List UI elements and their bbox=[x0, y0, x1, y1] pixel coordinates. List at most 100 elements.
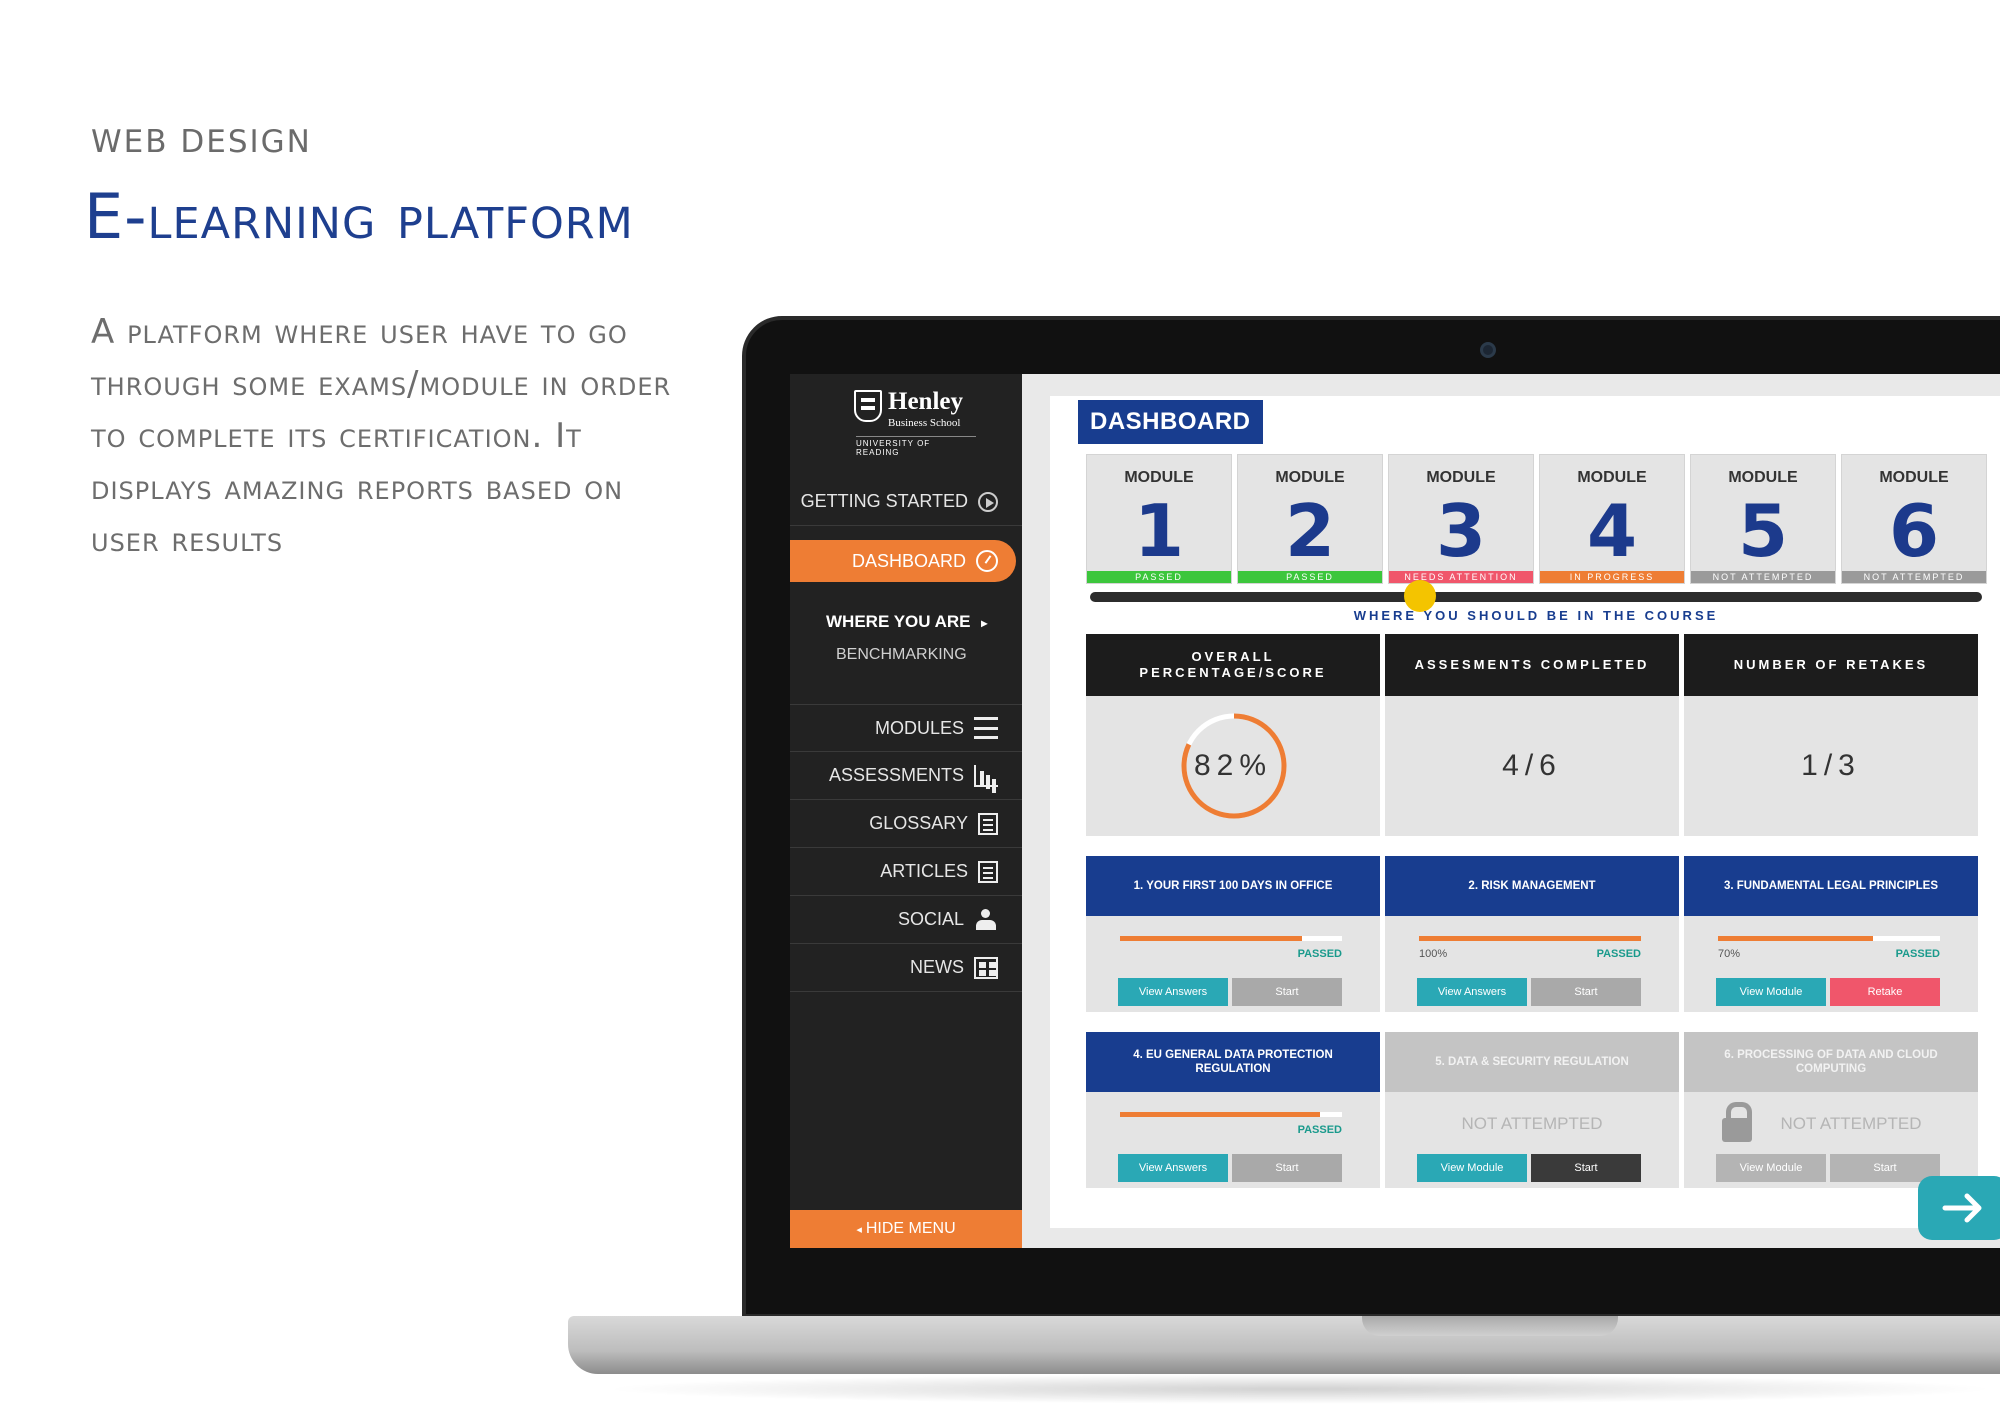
laptop-shadow bbox=[600, 1374, 2000, 1404]
module-strip: MODULE 1 PASSED MODULE 2 PASSED MODULE 3 NEEDS A… bbox=[1086, 454, 1987, 584]
module-label: MODULE bbox=[1728, 469, 1798, 486]
camera-icon bbox=[1480, 342, 1496, 358]
nav-dashboard[interactable]: DASHBOARD bbox=[790, 540, 1016, 582]
app-screen: Henley Business School UNIVERSITY OF REA… bbox=[790, 374, 2000, 1248]
people-icon bbox=[974, 908, 998, 931]
view-module-button[interactable]: View Module bbox=[1716, 978, 1826, 1006]
gauge-icon bbox=[976, 550, 998, 572]
view-answers-button[interactable]: View Answers bbox=[1417, 978, 1527, 1006]
module-number: 2 bbox=[1284, 489, 1336, 573]
dashboard-card: DASHBOARD MODULE 1 PASSED MODULE 2 PASSED MODU… bbox=[1050, 396, 2000, 1228]
module-status: IN PROGRESS bbox=[1540, 571, 1684, 583]
arrow-right-icon bbox=[1942, 1193, 1982, 1223]
course-progress-track bbox=[1090, 592, 1982, 602]
stat-retakes: NUMBER OF RETAKES 1/3 bbox=[1684, 634, 1978, 836]
module-status: PASSED bbox=[1238, 571, 1382, 583]
course-progress-bar bbox=[1419, 936, 1641, 941]
main-panel: DASHBOARD MODULE 1 PASSED MODULE 2 PASSED MODU… bbox=[1030, 374, 2000, 1248]
start-button[interactable]: Start bbox=[1232, 978, 1342, 1006]
document-icon bbox=[978, 860, 998, 883]
module-status: PASSED bbox=[1087, 571, 1231, 583]
module-label: MODULE bbox=[1577, 469, 1647, 486]
logo-name: Henley bbox=[888, 388, 963, 415]
shield-icon bbox=[854, 390, 882, 422]
stack-icon bbox=[974, 717, 998, 739]
sidebar-item-label: MODULES bbox=[874, 717, 964, 738]
page-description: A platform where user have to go through… bbox=[91, 312, 672, 560]
nav-where-you-are[interactable]: WHERE YOU ARE ▸ bbox=[826, 612, 987, 632]
logo[interactable]: Henley Business School UNIVERSITY OF REA… bbox=[854, 388, 984, 457]
retake-button[interactable]: Retake bbox=[1830, 978, 1940, 1006]
course-status: NOT ATTEMPTED bbox=[1461, 1114, 1603, 1133]
sidebar-item-label: SOCIAL bbox=[897, 909, 964, 929]
hide-menu-button[interactable]: ◂ HIDE MENU bbox=[790, 1210, 1022, 1248]
module-tile-5[interactable]: MODULE 5 NOT ATTEMPTED bbox=[1690, 454, 1836, 584]
stat-title: NUMBER OF RETAKES bbox=[1684, 634, 1978, 696]
module-number: 4 bbox=[1586, 489, 1638, 573]
course-progress-fill bbox=[1120, 1112, 1320, 1117]
course-percent: 100% bbox=[1419, 948, 1448, 960]
stat-title: ASSESMENTS COMPLETED bbox=[1385, 634, 1679, 696]
view-module-button[interactable]: View Module bbox=[1417, 1154, 1527, 1182]
sidebar-item-glossary[interactable]: GLOSSARY bbox=[790, 800, 1022, 848]
course-title: 5. DATA & SECURITY REGULATION bbox=[1385, 1032, 1679, 1092]
module-status: NEEDS ATTENTION bbox=[1389, 571, 1533, 583]
hide-menu-label: HIDE MENU bbox=[865, 1220, 956, 1237]
course-progress-fill bbox=[1419, 936, 1641, 941]
module-label: MODULE bbox=[1275, 469, 1345, 486]
course-card: 4. EU GENERAL DATA PROTECTION REGULATION… bbox=[1086, 1032, 1380, 1188]
logo-university: UNIVERSITY OF READING bbox=[856, 436, 976, 457]
view-answers-button[interactable]: View Answers bbox=[1118, 1154, 1228, 1182]
stat-value: 1/3 bbox=[1801, 749, 1861, 782]
laptop-base bbox=[568, 1316, 2000, 1374]
course-progress-fill bbox=[1120, 936, 1303, 941]
chart-icon bbox=[974, 764, 998, 787]
module-tile-4[interactable]: MODULE 4 IN PROGRESS bbox=[1539, 454, 1685, 584]
module-tile-1[interactable]: MODULE 1 PASSED bbox=[1086, 454, 1232, 584]
stat-value: 82% bbox=[1193, 749, 1273, 782]
module-label: MODULE bbox=[1879, 469, 1949, 486]
start-button[interactable]: Start bbox=[1232, 1154, 1342, 1182]
course-title: 3. FUNDAMENTAL LEGAL PRINCIPLES bbox=[1684, 856, 1978, 916]
caret-left-icon: ◂ bbox=[856, 1223, 862, 1236]
module-number: 6 bbox=[1888, 489, 1940, 573]
module-label: MODULE bbox=[1426, 469, 1496, 486]
start-button[interactable]: Start bbox=[1531, 1154, 1641, 1182]
view-module-button[interactable]: View Module bbox=[1716, 1154, 1826, 1182]
module-number: 1 bbox=[1133, 489, 1185, 573]
nav-benchmarking[interactable]: BENCHMARKING bbox=[836, 646, 967, 664]
sidebar-item-modules[interactable]: MODULES bbox=[790, 704, 1022, 752]
module-number: 3 bbox=[1435, 489, 1487, 573]
course-title: 4. EU GENERAL DATA PROTECTION REGULATION bbox=[1086, 1032, 1380, 1092]
module-tile-2[interactable]: MODULE 2 PASSED bbox=[1237, 454, 1383, 584]
sidebar-item-news[interactable]: NEWS bbox=[790, 944, 1022, 992]
course-title: 6. PROCESSING OF DATA AND CLOUD COMPUTIN… bbox=[1684, 1032, 1978, 1092]
laptop-notch bbox=[1362, 1316, 1618, 1336]
dashboard-title: DASHBOARD bbox=[1078, 400, 1263, 444]
course-title: 2. RISK MANAGEMENT bbox=[1385, 856, 1679, 916]
module-status: NOT ATTEMPTED bbox=[1691, 571, 1835, 583]
sidebar-item-social[interactable]: SOCIAL bbox=[790, 896, 1022, 944]
search-doc-icon bbox=[978, 812, 998, 835]
course-card: 2. RISK MANAGEMENT 100% PASSED View Answ… bbox=[1385, 856, 1679, 1012]
caret-right-icon: ▸ bbox=[981, 616, 988, 630]
module-number: 5 bbox=[1737, 489, 1789, 573]
nav-getting-started[interactable]: GETTING STARTED bbox=[790, 478, 1022, 526]
sidebar-item-label: ASSESSMENTS bbox=[828, 765, 964, 785]
sidebar-item-articles[interactable]: ARTICLES bbox=[790, 848, 1022, 896]
sidebar-item-label: ARTICLES bbox=[880, 861, 968, 881]
stat-title: OVERALL PERCENTAGE/SCORE bbox=[1086, 634, 1380, 696]
start-button[interactable]: Start bbox=[1531, 978, 1641, 1006]
sidebar-item-label: NEWS bbox=[910, 957, 964, 977]
course-status: PASSED bbox=[1297, 1124, 1342, 1136]
module-tile-3[interactable]: MODULE 3 NEEDS ATTENTION bbox=[1388, 454, 1534, 584]
module-label: MODULE bbox=[1124, 469, 1194, 486]
sidebar-item-assessments[interactable]: ASSESSMENTS bbox=[790, 752, 1022, 800]
page-headline: E-learning platform bbox=[84, 180, 634, 253]
course-progress-fill bbox=[1718, 936, 1874, 941]
view-answers-button[interactable]: View Answers bbox=[1118, 978, 1228, 1006]
course-progress-label: WHERE YOU SHOULD BE IN THE COURSE bbox=[1353, 608, 1719, 623]
course-status: NOT ATTEMPTED bbox=[1780, 1114, 1922, 1133]
next-button[interactable] bbox=[1918, 1176, 2000, 1240]
module-tile-6[interactable]: MODULE 6 NOT ATTEMPTED bbox=[1841, 454, 1987, 584]
